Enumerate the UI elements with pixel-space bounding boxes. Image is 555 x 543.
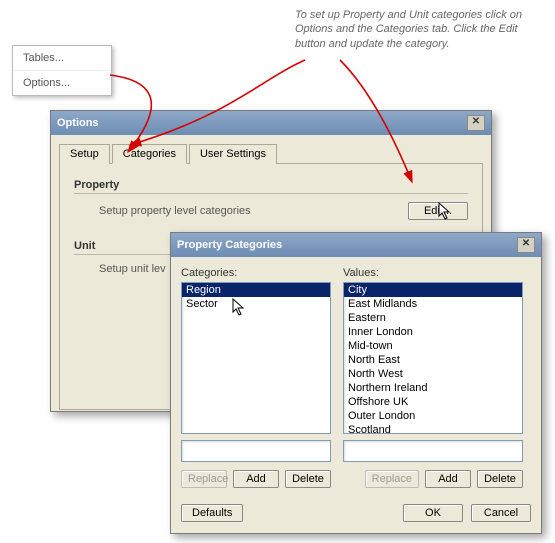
list-item[interactable]: North West (344, 367, 522, 381)
categories-add-button[interactable]: Add (233, 470, 279, 488)
list-item[interactable]: City (344, 283, 522, 297)
list-item[interactable]: Offshore UK (344, 395, 522, 409)
list-item[interactable]: Region (182, 283, 330, 297)
close-icon[interactable]: ✕ (517, 237, 535, 253)
categories-label: Categories: (181, 267, 331, 279)
list-item[interactable]: East Midlands (344, 297, 522, 311)
close-icon[interactable]: ✕ (467, 115, 485, 131)
categories-column: Categories: RegionSector Replace Add Del… (181, 267, 331, 488)
values-delete-button[interactable]: Delete (477, 470, 523, 488)
tab-user-settings[interactable]: User Settings (189, 144, 277, 164)
propcat-titlebar: Property Categories ✕ (171, 233, 541, 257)
annotation-text: To set up Property and Unit categories c… (295, 8, 535, 51)
list-item[interactable]: Mid-town (344, 339, 522, 353)
options-titlebar: Options ✕ (51, 111, 491, 135)
ok-button[interactable]: OK (403, 504, 463, 522)
list-item[interactable]: Sector (182, 297, 330, 311)
context-menu: Tables... Options... (12, 45, 112, 96)
values-column: Values: CityEast MidlandsEasternInner Lo… (343, 267, 523, 488)
property-categories-dialog: Property Categories ✕ Categories: Region… (170, 232, 542, 534)
values-label: Values: (343, 267, 523, 279)
categories-delete-button[interactable]: Delete (285, 470, 331, 488)
list-item[interactable]: Scotland (344, 423, 522, 434)
property-group: Property Setup property level categories… (74, 179, 468, 220)
options-tabs: Setup Categories User Settings (59, 143, 483, 164)
tab-categories[interactable]: Categories (112, 144, 187, 164)
cancel-button[interactable]: Cancel (471, 504, 531, 522)
property-edit-button[interactable]: Edit... (408, 202, 468, 220)
list-item[interactable]: Northern Ireland (344, 381, 522, 395)
categories-input[interactable] (181, 440, 331, 462)
values-replace-button[interactable]: Replace (365, 470, 419, 488)
options-title: Options (57, 117, 99, 129)
categories-listbox[interactable]: RegionSector (181, 282, 331, 434)
values-listbox[interactable]: CityEast MidlandsEasternInner LondonMid-… (343, 282, 523, 434)
menu-item-options[interactable]: Options... (13, 71, 111, 95)
menu-item-tables[interactable]: Tables... (13, 46, 111, 71)
propcat-title: Property Categories (177, 239, 282, 251)
list-item[interactable]: Outer London (344, 409, 522, 423)
categories-replace-button[interactable]: Replace (181, 470, 227, 488)
unit-desc: Setup unit lev (99, 263, 166, 275)
list-item[interactable]: North East (344, 353, 522, 367)
defaults-button[interactable]: Defaults (181, 504, 243, 522)
values-add-button[interactable]: Add (425, 470, 471, 488)
list-item[interactable]: Inner London (344, 325, 522, 339)
property-desc: Setup property level categories (99, 205, 251, 217)
tab-setup[interactable]: Setup (59, 144, 110, 164)
list-item[interactable]: Eastern (344, 311, 522, 325)
values-input[interactable] (343, 440, 523, 462)
property-header: Property (74, 179, 468, 194)
propcat-footer: Defaults OK Cancel (171, 498, 541, 532)
